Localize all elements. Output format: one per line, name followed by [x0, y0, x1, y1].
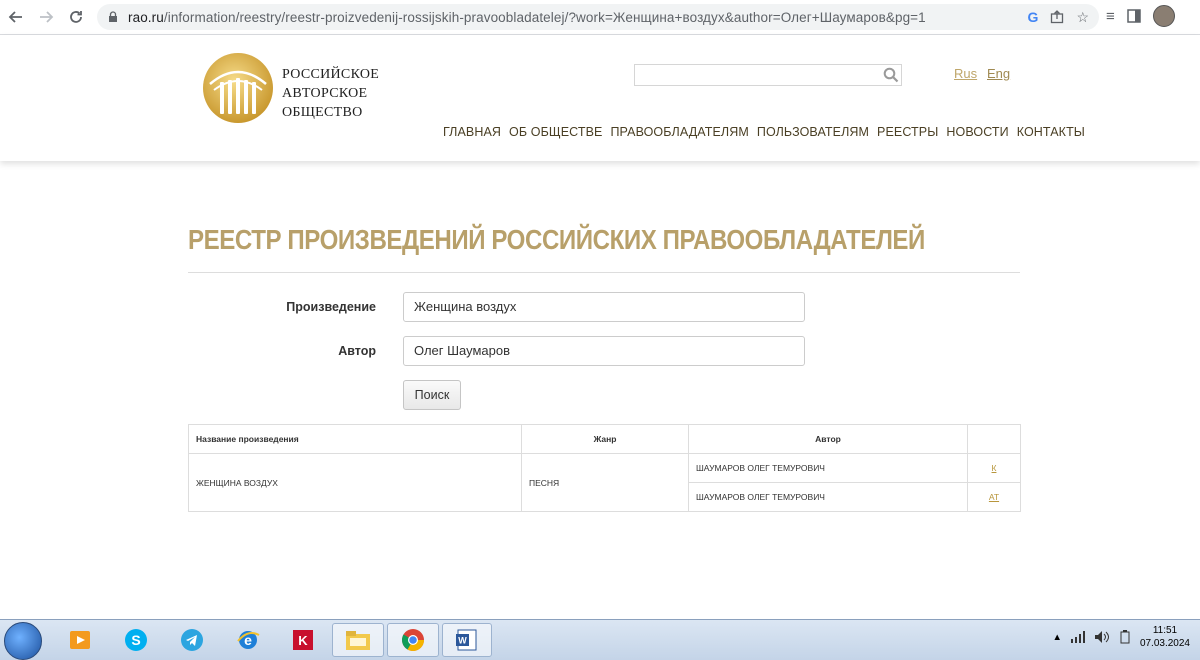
svg-text:W: W	[458, 636, 467, 646]
arrow-left-icon	[8, 11, 22, 23]
author-name-cell: ШАУМАРОВ ОЛЕГ ТЕМУРОВИЧ	[688, 482, 968, 512]
logo-line-1: РОССИЙСКОЕ	[282, 67, 380, 82]
logo-line-2: АВТОРСКОЕ	[282, 86, 368, 101]
volume-icon[interactable]	[1094, 630, 1110, 644]
svg-text:S: S	[131, 632, 140, 648]
nav-registries[interactable]: РЕЕСТРЫ	[877, 125, 938, 139]
column-header-code	[967, 424, 1021, 454]
url-path: /information/reestry/reestr-proizvedenij…	[163, 9, 926, 25]
title-divider	[188, 272, 1020, 273]
nav-rightholders[interactable]: ПРАВООБЛАДАТЕЛЯМ	[610, 125, 748, 139]
table-header-row: Название произведения Жанр Автор	[188, 424, 1021, 454]
browser-toolbar: rao.ru/information/reestry/reestr-proizv…	[0, 0, 1200, 35]
nav-about[interactable]: ОБ ОБЩЕСТВЕ	[509, 125, 602, 139]
lang-eng-link[interactable]: Eng	[987, 66, 1010, 81]
arrow-right-icon	[40, 11, 54, 23]
system-tray: ▲ 11:51 07.03.2024	[1053, 624, 1190, 650]
url-host: rao.ru	[128, 9, 164, 25]
back-button[interactable]	[2, 3, 30, 31]
author-input[interactable]: Олег Шаумаров	[403, 336, 805, 366]
address-bar[interactable]: rao.ru/information/reestry/reestr-proizv…	[97, 4, 1099, 30]
reload-icon	[70, 11, 82, 23]
reading-list-icon[interactable]: ≡	[1106, 8, 1115, 25]
lock-icon	[109, 11, 117, 22]
system-clock[interactable]: 11:51 07.03.2024	[1140, 624, 1190, 650]
site-search-input[interactable]	[634, 64, 902, 86]
share-icon[interactable]	[1050, 10, 1064, 24]
nav-users[interactable]: ПОЛЬЗОВАТЕЛЯМ	[757, 125, 869, 139]
google-translate-icon[interactable]: G	[1028, 9, 1039, 25]
role-code-link[interactable]: К	[967, 453, 1021, 483]
author-name-cell: ШАУМАРОВ ОЛЕГ ТЕМУРОВИЧ	[688, 453, 968, 483]
column-header-author: Автор	[688, 424, 968, 454]
forward-button[interactable]	[32, 3, 60, 31]
genre-cell: ПЕСНЯ	[521, 453, 689, 512]
work-field-label: Произведение	[286, 300, 376, 314]
role-code-link[interactable]: АТ	[967, 482, 1021, 512]
page-title: РЕЕСТР ПРОИЗВЕДЕНИЙ РОССИЙСКИХ ПРАВООБЛА…	[188, 224, 925, 255]
antivirus-icon[interactable]: K	[281, 623, 325, 657]
show-hidden-icons-icon[interactable]: ▲	[1053, 632, 1062, 643]
column-header-genre: Жанр	[521, 424, 689, 454]
work-input[interactable]: Женщина воздух	[403, 292, 805, 322]
chrome-icon[interactable]	[387, 623, 439, 657]
site-header: РОССИЙСКОЕ АВТОРСКОЕ ОБЩЕСТВО Rus Eng ГЛ…	[0, 35, 1200, 161]
logo-text[interactable]: РОССИЙСКОЕ АВТОРСКОЕ ОБЩЕСТВО	[282, 65, 379, 122]
clock-date: 07.03.2024	[1139, 638, 1190, 649]
nav-news[interactable]: НОВОСТИ	[946, 125, 1008, 139]
svg-text:K: K	[298, 633, 308, 648]
nav-contacts[interactable]: КОНТАКТЫ	[1017, 125, 1085, 139]
main-navigation: ГЛАВНАЯ ОБ ОБЩЕСТВЕ ПРАВООБЛАДАТЕЛЯМ ПОЛ…	[443, 125, 1093, 139]
author-field-label: Автор	[338, 344, 376, 358]
file-explorer-icon[interactable]	[332, 623, 384, 657]
windows-taskbar: S e K W ▲ 11:51 07.03.2024	[0, 619, 1200, 660]
network-signal-icon[interactable]	[1070, 631, 1086, 643]
side-panel-icon[interactable]	[1127, 9, 1141, 23]
media-player-icon[interactable]	[58, 623, 102, 657]
reload-button[interactable]	[62, 3, 90, 31]
results-table: Название произведения Жанр Автор ЖЕНЩИНА…	[188, 424, 1021, 512]
power-icon[interactable]	[1118, 630, 1132, 644]
lang-rus-link[interactable]: Rus	[954, 66, 977, 81]
profile-avatar[interactable]	[1152, 5, 1175, 27]
nav-home[interactable]: ГЛАВНАЯ	[443, 125, 501, 139]
work-title-cell: ЖЕНЩИНА ВОЗДУХ	[188, 453, 522, 512]
skype-icon[interactable]: S	[114, 623, 158, 657]
word-icon[interactable]: W	[442, 623, 492, 657]
search-icon[interactable]	[883, 67, 899, 83]
clock-time: 11:51	[1152, 625, 1178, 636]
start-button-icon[interactable]	[4, 622, 42, 660]
column-header-title: Название произведения	[188, 424, 522, 454]
logo-line-3: ОБЩЕСТВО	[282, 105, 363, 120]
internet-explorer-icon[interactable]: e	[226, 623, 270, 657]
url-text: rao.ru/information/reestry/reestr-proizv…	[128, 10, 926, 25]
telegram-icon[interactable]	[170, 623, 214, 657]
table-row: ЖЕНЩИНА ВОЗДУХ ПЕСНЯ ШАУМАРОВ ОЛЕГ ТЕМУР…	[188, 453, 1021, 512]
search-button[interactable]: Поиск	[403, 380, 461, 410]
rao-logo-icon[interactable]	[202, 52, 274, 124]
bookmark-star-icon[interactable]: ☆	[1076, 9, 1089, 26]
